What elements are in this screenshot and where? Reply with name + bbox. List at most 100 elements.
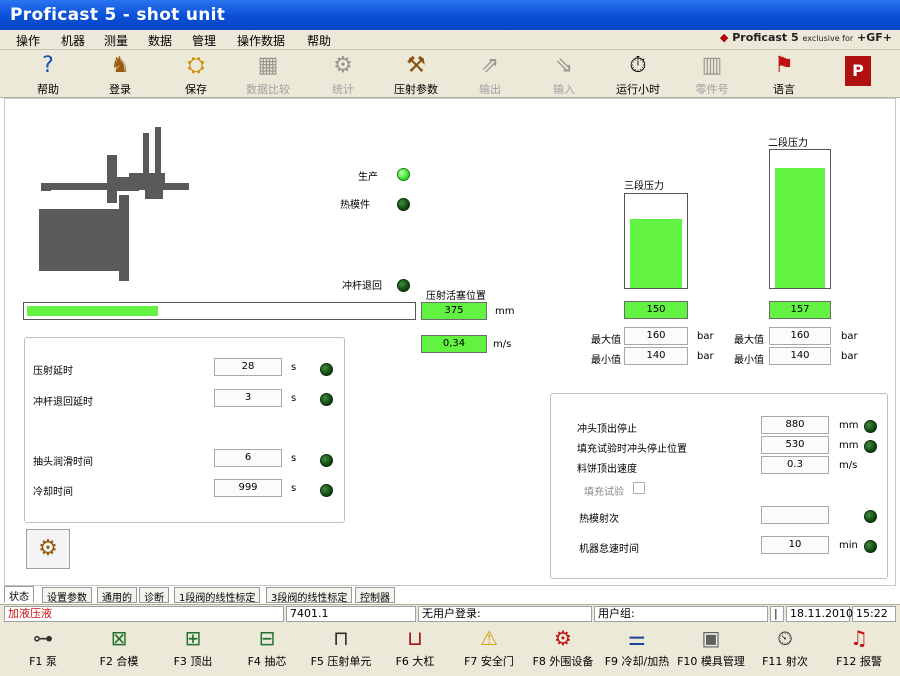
tab-settings[interactable]: 设置参数 — [42, 587, 92, 604]
menu-bar: 操作 机器 测量 数据 管理 操作数据 帮助 ◆ Proficast 5 exc… — [0, 30, 900, 50]
pc5-logo-icon: P — [845, 56, 871, 86]
pressure3-max-label: 最大值 — [591, 335, 621, 346]
pressure3-fill — [630, 219, 682, 288]
biscuit-eject-speed-field[interactable]: 0.3 — [761, 456, 829, 474]
clock-icon: ⏱ — [629, 53, 647, 78]
timer-unit: s — [291, 362, 297, 373]
fill-test-checkbox[interactable] — [633, 482, 645, 494]
tab-general[interactable]: 通用的 — [97, 587, 137, 604]
main-panel: 生产 热模件 冲杆退回 压射活塞位置 375 mm 0,34 m/s 压射延时 … — [4, 98, 896, 586]
save-button[interactable]: ⛭ 保存 — [164, 52, 228, 96]
tab-valve1-calibration[interactable]: 1段阀的线性标定 — [174, 587, 261, 604]
ejector-stop-field[interactable]: 880 — [761, 416, 829, 434]
login-icon: ♞ — [110, 53, 130, 78]
output-button[interactable]: ⇗ 输出 — [458, 52, 522, 96]
shot-params-button[interactable]: ⚒ 压射参数 — [384, 52, 448, 96]
hot-mold-led — [397, 198, 410, 211]
status-separator: | — [770, 606, 784, 622]
hot-mold-shots-field[interactable] — [761, 506, 829, 524]
tab-diagnosis[interactable]: 诊断 — [139, 587, 169, 604]
statistics-button[interactable]: ⚙ 统计 — [311, 52, 375, 96]
toolbar: ? 帮助 ♞ 登录 ⛭ 保存 ▦ 数据比较 ⚙ 统计 ⚒ 压射参数 ⇗ 输出 ⇘… — [0, 50, 900, 98]
safety-door-icon: ⚠ — [480, 626, 498, 650]
plunger-return-label: 冲杆退回 — [342, 281, 382, 292]
tip-lube-time-field[interactable]: 6 — [214, 449, 282, 467]
f6-tie-bar-button[interactable]: ⊔ F6 大杠 — [378, 624, 452, 674]
core-pull-icon: ⊟ — [258, 626, 276, 650]
login-button[interactable]: ♞ 登录 — [88, 52, 152, 96]
piston-position-value: 375 — [421, 302, 487, 320]
timer-unit: s — [291, 483, 297, 494]
menu-admin[interactable]: 管理 — [192, 32, 216, 49]
piston-position-unit: mm — [495, 306, 515, 317]
f4-core-pull-button[interactable]: ⊟ F4 抽芯 — [230, 624, 304, 674]
hot-mold-shots-led — [864, 510, 877, 523]
f11-shot-counter-button[interactable]: ⏲ F11 射次 — [748, 624, 822, 674]
f12-alarm-button[interactable]: ♫ F12 报警 — [822, 624, 896, 674]
pressure3-min-field[interactable]: 140 — [624, 347, 688, 365]
plunger-return-led — [397, 279, 410, 292]
f3-eject-button[interactable]: ⊞ F3 顶出 — [156, 624, 230, 674]
cooling-time-field[interactable]: 999 — [214, 479, 282, 497]
timer-label: 压射延时 — [33, 366, 73, 377]
output-icon: ⇗ — [480, 53, 500, 78]
language-button[interactable]: ⚑ 语言 — [752, 52, 816, 96]
menu-operation[interactable]: 操作 — [16, 32, 40, 49]
menu-help[interactable]: 帮助 — [307, 32, 331, 49]
run-hours-button[interactable]: ⏱ 运行小时 — [606, 52, 670, 96]
tab-strip: 状态 设置参数 通用的 诊断 1段阀的线性标定 3段阀的线性标定 控制器 — [4, 586, 896, 604]
f5-shot-unit-button[interactable]: ⊓ F5 压射单元 — [304, 624, 378, 674]
f8-peripherals-button[interactable]: ⚙ F8 外围设备 — [526, 624, 600, 674]
idle-time-field[interactable]: 10 — [761, 536, 829, 554]
input-button[interactable]: ⇘ 输入 — [532, 52, 596, 96]
tab-valve3-calibration[interactable]: 3段阀的线性标定 — [266, 587, 353, 604]
compare-button[interactable]: ▦ 数据比较 — [236, 52, 300, 96]
f10-mold-management-button[interactable]: ▣ F10 模具管理 — [674, 624, 748, 674]
menu-measure[interactable]: 测量 — [104, 32, 128, 49]
brand-exclusive: exclusive for — [802, 34, 854, 43]
function-key-bar: ⊶ F1 泵 ⊠ F2 合模 ⊞ F3 顶出 ⊟ F4 抽芯 ⊓ F5 压射单元… — [0, 622, 900, 676]
tool-settings-button[interactable]: ⚙ — [26, 529, 70, 569]
shot-delay-field[interactable]: 28 — [214, 358, 282, 376]
hot-mold-shots-label: 热模射次 — [579, 514, 619, 525]
fill-test-stop-unit: mm — [839, 440, 859, 451]
pressure2-min-label: 最小值 — [734, 355, 764, 366]
tab-controller[interactable]: 控制器 — [355, 587, 395, 604]
save-icon: ⛭ — [187, 53, 205, 78]
production-label: 生产 — [358, 172, 378, 183]
plunger-return-delay-field[interactable]: 3 — [214, 389, 282, 407]
fill-test-stop-field[interactable]: 530 — [761, 436, 829, 454]
input-icon: ⇘ — [554, 53, 574, 78]
pc5-logo-button[interactable]: P — [826, 52, 890, 96]
shot-unit-icon — [39, 127, 189, 281]
menu-operation-data[interactable]: 操作数据 — [237, 32, 285, 49]
status-date: 18.11.2010 — [786, 606, 853, 622]
f2-close-die-button[interactable]: ⊠ F2 合模 — [82, 624, 156, 674]
pressure3-min-label: 最小值 — [591, 355, 621, 366]
pressure2-gauge — [769, 149, 831, 289]
f9-cooling-heating-button[interactable]: ⚌ F9 冷却/加热 — [600, 624, 674, 674]
robot-icon: ⚙ — [554, 626, 572, 650]
fill-test-label: 填充试验 — [584, 487, 624, 498]
barcode-icon: ▥ — [701, 53, 723, 78]
tool-settings-icon: ⚙ — [38, 536, 58, 561]
piston-position-label: 压射活塞位置 — [426, 291, 486, 302]
f1-pump-button[interactable]: ⊶ F1 泵 — [6, 624, 80, 674]
pressure3-max-field[interactable]: 160 — [624, 327, 688, 345]
pump-icon: ⊶ — [33, 626, 53, 650]
help-button[interactable]: ? 帮助 — [16, 52, 80, 96]
menu-data[interactable]: 数据 — [148, 32, 172, 49]
piston-position-fill — [27, 306, 158, 316]
pressure2-min-field[interactable]: 140 — [769, 347, 831, 365]
part-number-button[interactable]: ▥ 零件号 — [680, 52, 744, 96]
menu-machine[interactable]: 机器 — [61, 32, 85, 49]
pressure2-max-field[interactable]: 160 — [769, 327, 831, 345]
mold-management-icon: ▣ — [701, 626, 721, 650]
tab-status[interactable]: 状态 — [4, 586, 34, 603]
biscuit-eject-speed-unit: m/s — [839, 460, 858, 471]
shot-number: 7401.1 — [286, 606, 416, 622]
cooling-time-led — [320, 484, 333, 497]
timers-panel: 压射延时 28 s 冲杆退回延时 3 s 抽头润滑时间 6 s 冷却时间 999… — [24, 337, 345, 523]
ejection-panel: 冲头顶出停止 880 mm 填充试验时冲头停止位置 530 mm 料饼顶出速度 … — [550, 393, 888, 579]
f7-safety-door-button[interactable]: ⚠ F7 安全门 — [452, 624, 526, 674]
